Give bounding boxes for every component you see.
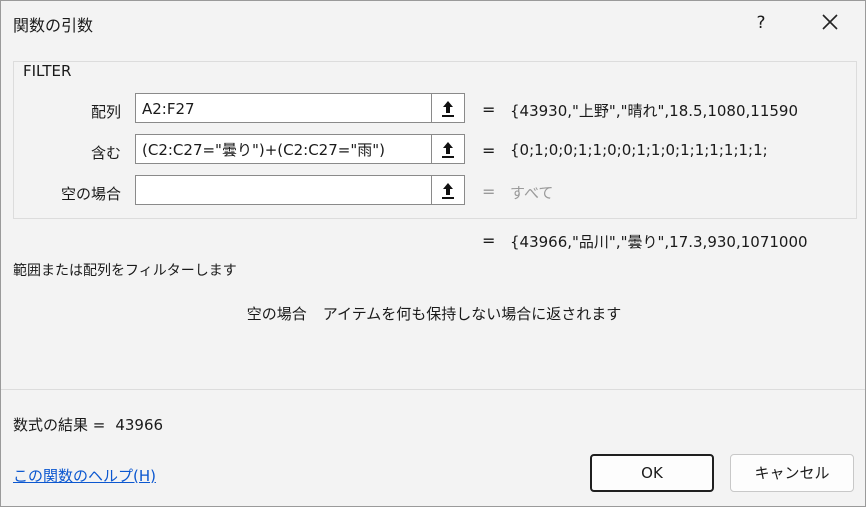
function-name: FILTER — [23, 62, 72, 80]
function-result-row: = {43966,"品川","曇り",17.3,930,1071000 — [1, 231, 866, 255]
argument-value: すべて — [510, 184, 554, 202]
function-description: 範囲または配列をフィルターします — [13, 263, 237, 279]
argument-help-text: アイテムを何も保持しない場合に返されます — [322, 305, 622, 323]
close-button[interactable] — [813, 9, 847, 37]
equals-sign: = — [482, 141, 496, 160]
equals-sign: = — [482, 100, 496, 119]
collapse-dialog-button[interactable] — [431, 134, 465, 164]
formula-result-label: 数式の結果 = — [13, 416, 106, 434]
argument-label: 含む — [90, 144, 121, 162]
argument-value: {43930,"上野","晴れ",18.5,1080,11590 — [510, 102, 798, 120]
argument-row-array: 配列 A2:F27 = {43930,"上野","晴れ",18.5,1080,1… — [1, 93, 866, 127]
argument-label: 配列 — [90, 103, 121, 121]
collapse-dialog-button[interactable] — [431, 93, 465, 123]
argument-help: 空の場合 アイテムを何も保持しない場合に返されます — [1, 303, 866, 324]
collapse-dialog-button[interactable] — [431, 175, 465, 205]
close-icon — [822, 14, 838, 30]
argument-help-name: 空の場合 — [246, 305, 307, 323]
function-arguments-dialog: 関数の引数 ? FILTER 配列 A2:F27 = {43930,"上野","… — [0, 0, 866, 507]
equals-sign: = — [482, 231, 496, 250]
cancel-button[interactable]: キャンセル — [730, 454, 854, 492]
equals-sign: = — [482, 182, 496, 201]
if-empty-input[interactable] — [135, 175, 431, 205]
dialog-title: 関数の引数 — [13, 16, 94, 35]
ok-button[interactable]: OK — [590, 454, 714, 492]
formula-result-value: 43966 — [115, 416, 164, 434]
range-select-icon — [442, 101, 454, 117]
array-input[interactable]: A2:F27 — [135, 93, 431, 123]
argument-row-if-empty: 空の場合 = すべて — [1, 175, 866, 209]
range-select-icon — [442, 142, 454, 158]
argument-label: 空の場合 — [60, 185, 121, 203]
argument-row-include: 含む (C2:C27="曇り")+(C2:C27="雨") = {0;1;0;0… — [1, 134, 866, 168]
include-input[interactable]: (C2:C27="曇り")+(C2:C27="雨") — [135, 134, 431, 164]
title-bar: 関数の引数 ? — [1, 1, 865, 45]
argument-value: {0;1;0;0;1;1;0;0;1;1;0;1;1;1;1;1;1; — [510, 141, 768, 159]
function-result-preview: {43966,"品川","曇り",17.3,930,1071000 — [510, 233, 808, 251]
formula-result: 数式の結果 = 43966 — [13, 414, 163, 435]
function-help-link[interactable]: この関数のヘルプ(H) — [13, 465, 156, 486]
divider — [1, 389, 865, 390]
help-button[interactable]: ? — [749, 9, 773, 37]
range-select-icon — [442, 183, 454, 199]
